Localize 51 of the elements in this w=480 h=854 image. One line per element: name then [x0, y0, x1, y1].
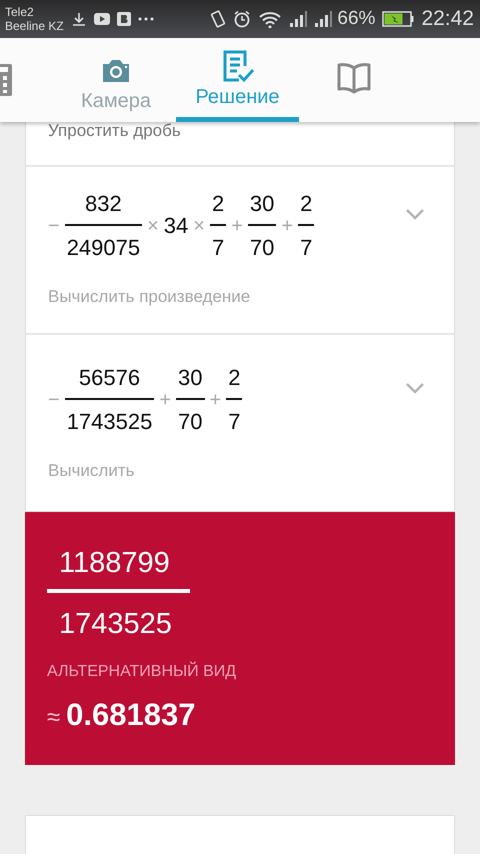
operator: + [159, 388, 172, 412]
clock-time: 22:42 [421, 7, 474, 31]
signal-icon [314, 11, 332, 27]
step-caption: Упростить дробь [48, 121, 182, 141]
camera-icon [101, 58, 131, 84]
video-icon [94, 13, 110, 25]
battery-percent: 66% [337, 8, 376, 30]
chevron-down-icon[interactable] [406, 383, 424, 394]
b-app-icon [116, 12, 131, 26]
alarm-icon [233, 10, 252, 28]
numerator: 30 [177, 365, 204, 391]
vibrate-icon [210, 10, 226, 28]
step-caption: Вычислить [48, 461, 136, 481]
denominator: 1743525 [58, 607, 173, 641]
denominator: 7 [227, 409, 242, 435]
more-icon [138, 17, 154, 21]
operator: − [48, 214, 60, 238]
checked-document-icon [222, 50, 254, 84]
numerator: 2 [227, 365, 242, 391]
denominator: 249075 [66, 235, 142, 261]
approx-value: 0.681837 [66, 697, 196, 733]
numerator: 2 [299, 191, 314, 217]
denominator: 7 [299, 235, 314, 261]
carrier-name: Beeline KZ [5, 19, 64, 33]
battery-icon [382, 11, 414, 27]
operator: + [231, 214, 243, 238]
denominator: 70 [248, 235, 276, 261]
tab[interactable]: Камера [56, 38, 176, 122]
numerator: 1188799 [58, 546, 171, 580]
denominator: 7 [210, 235, 226, 261]
numerator: 30 [248, 191, 276, 217]
number: 34 [164, 213, 188, 239]
operator: − [48, 388, 60, 412]
numerator: 56576 [78, 365, 142, 391]
step-caption: Вычислить произведение [48, 287, 252, 307]
operator: × [193, 214, 205, 238]
operator: + [281, 214, 294, 238]
carrier-name: Tele2 [5, 5, 35, 19]
numerator: 832 [84, 191, 123, 217]
open-book-icon [337, 62, 371, 94]
wifi-icon [258, 10, 282, 28]
signal-icon [289, 11, 308, 27]
operator: × [147, 214, 159, 238]
alternative-form-label: АЛЬТЕРНАТИВНЫЙ ВИД [47, 663, 238, 681]
download-icon [70, 11, 87, 27]
operator: + [210, 388, 222, 412]
chevron-down-icon[interactable] [406, 209, 424, 220]
denominator: 70 [177, 409, 204, 435]
approx-sign: ≈ [47, 704, 60, 732]
denominator: 1743525 [66, 409, 154, 435]
numerator: 2 [210, 191, 226, 217]
